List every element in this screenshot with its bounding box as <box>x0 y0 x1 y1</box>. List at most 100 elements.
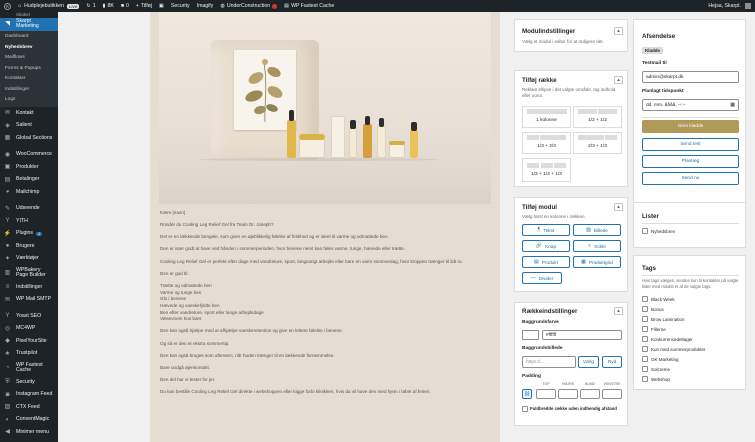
list-checkbox[interactable] <box>642 228 648 234</box>
sidebar-item-security[interactable]: ⛨ Security <box>0 376 58 389</box>
sidebar-item-yoast-seo[interactable]: Y Yoast SEO <box>0 310 58 323</box>
security-link[interactable]: Security <box>171 3 190 9</box>
status-dot-icon <box>272 3 278 9</box>
tag-checkbox[interactable] <box>642 356 648 362</box>
layout-1-col[interactable]: 1 kolonne <box>522 106 571 128</box>
sidebar-item-consentmagic[interactable]: ◐ ConsentMagic <box>0 414 58 427</box>
sidebar-item-wp-mail-smtp[interactable]: ✉ WP Mail SMTP <box>0 294 58 307</box>
tag-checkbox[interactable] <box>642 326 648 332</box>
imagify-link[interactable]: Imagify <box>197 3 214 9</box>
sidebar-item-produkter[interactable]: ▣ Produkter <box>0 161 58 174</box>
email-editor-canvas[interactable]: Kære [navn] Rondér du Cooling Leg Relief … <box>150 12 500 442</box>
padding-right-input[interactable] <box>558 389 578 399</box>
avatar[interactable] <box>745 3 751 9</box>
full-width-checkbox[interactable] <box>522 406 528 412</box>
send-test-button[interactable]: Send test <box>642 138 739 151</box>
submenu-item[interactable]: Forms & Popups <box>0 63 58 74</box>
sidebar-item-pixelyoursite[interactable]: ◆ PixelYourSite <box>0 335 58 348</box>
user-greeting[interactable]: Hejsa, Skarpt. <box>708 3 741 9</box>
layers-icon: ◈ <box>5 122 10 129</box>
test-email-input[interactable]: admin@skarpt.dk <box>642 71 739 83</box>
layout-half-half[interactable]: 1/2 + 1/2 <box>573 106 622 128</box>
submenu-item[interactable]: Nyhedsbrev <box>0 42 58 53</box>
sidebar-item-v-rkt-jer[interactable]: ✦ Værktøjer <box>0 253 58 266</box>
new-content-link[interactable]: + Tilføj <box>136 3 152 9</box>
builder-link-icon[interactable]: ▣ <box>159 3 164 9</box>
submenu-item[interactable]: Mailflows <box>0 53 58 64</box>
choose-image-button[interactable]: Vælg <box>578 356 599 368</box>
add-module-produktgrid-button[interactable]: ▦ Produktgrid <box>573 256 621 268</box>
calendar-icon[interactable]: ▦ <box>730 102 735 108</box>
sidebar-menu: ✉ Kontakt ◈ Salient ▦ Global Sections ◉ WooComm… <box>0 107 58 439</box>
sidebar-item-udseende[interactable]: ✎ Udseende <box>0 203 58 216</box>
link-padding-button[interactable]: ⛓ <box>522 389 532 399</box>
sidebar-item-instagram-feed[interactable]: ◙ Instagram Feed <box>0 389 58 402</box>
add-module-tekst-button[interactable]: ¶ Tekst <box>522 224 570 236</box>
add-module-produkt-button[interactable]: ▤ Produkt <box>522 256 570 268</box>
submenu-item[interactable]: Kontakter <box>0 74 58 85</box>
comments-link[interactable]: ■ 0 <box>121 3 129 9</box>
collapse-modul-settings-button[interactable]: ▴ <box>614 27 623 35</box>
site-name-link[interactable]: ⌂ Hudplejebutikken Live <box>18 3 80 9</box>
padding-header: BUND <box>584 382 596 386</box>
sidebar-item-indstillinger[interactable]: ≡ Indstillinger <box>0 281 58 294</box>
tag-checkbox[interactable] <box>642 316 648 322</box>
white-bottle <box>377 126 386 158</box>
layout-third-twothird[interactable]: 1/3 + 2/3 <box>522 132 571 154</box>
add-module-sokle-button[interactable]: < Sokle <box>573 240 621 252</box>
sidebar-item-trustpilot[interactable]: ★ Trustpilot <box>0 348 58 361</box>
schedule-date-input[interactable]: dd. mm. åååå, --:-- ▦ <box>642 99 739 111</box>
sidebar-item-salient[interactable]: ◈ Salient <box>0 120 58 133</box>
wordpress-logo-icon[interactable]: W <box>4 2 11 10</box>
under-construction-link[interactable]: ◍ UnderConstruction <box>220 3 278 9</box>
submenu-item[interactable]: Dashboard <box>0 32 58 43</box>
add-module-billede-button[interactable]: ▨ Billede <box>573 224 621 236</box>
tag-checkbox[interactable] <box>642 306 648 312</box>
add-module-divider-button[interactable]: — Divider <box>522 272 562 284</box>
collapse-row-settings-button[interactable]: ▴ <box>614 307 623 315</box>
stats-link[interactable]: ▮ 8K <box>103 3 114 9</box>
sidebar-item-ctx-feed[interactable]: ▧ CTX Feed <box>0 401 58 414</box>
submenu-item[interactable]: Indstillinger <box>0 84 58 95</box>
tag-checkbox[interactable] <box>642 366 648 372</box>
sidebar-item-woocommerce[interactable]: ◉ WooCommerce <box>0 149 58 162</box>
collapse-add-module-button[interactable]: ▴ <box>614 203 623 211</box>
tag-checkbox[interactable] <box>642 346 648 352</box>
bg-image-input[interactable]: https://... <box>522 356 576 368</box>
padding-top-input[interactable] <box>536 389 556 399</box>
sidebar-item-wp-fastest-cache[interactable]: ◔ WP Fastest Cache <box>0 360 58 376</box>
image-icon: ▨ <box>586 227 591 233</box>
padding-left-input[interactable] <box>602 389 622 399</box>
sidebar-item-mc4wp[interactable]: ◎ MC4WP <box>0 323 58 336</box>
remove-image-button[interactable]: Ryd <box>602 356 622 368</box>
updates-link[interactable]: ↻ 1 <box>86 3 95 9</box>
sidebar-item-global-sections[interactable]: ▦ Global Sections <box>0 132 58 145</box>
product-hero-image[interactable] <box>159 12 491 204</box>
bg-color-input[interactable]: #ffffff <box>542 330 622 340</box>
save-draft-button[interactable]: Gem kladde <box>642 120 739 133</box>
sidebar-item-brugere[interactable]: ● Brugere <box>0 240 58 253</box>
tag-checkbox[interactable] <box>642 336 648 342</box>
sidebar-item-minimer-menu[interactable]: ◀ Minimer menu <box>0 426 58 439</box>
padding-bottom-input[interactable] <box>580 389 600 399</box>
sidebar-item-plugins[interactable]: ⚡ Plugins 1 <box>0 228 58 241</box>
tag-checkbox[interactable] <box>642 296 648 302</box>
wrench-icon: ✦ <box>4 255 11 262</box>
color-swatch[interactable] <box>522 330 539 340</box>
sidebar-item-mailchimp[interactable]: ◕ Mailchimp <box>0 186 58 199</box>
send-now-button[interactable]: Send nu <box>642 172 739 185</box>
layout-three-thirds[interactable]: 1/3 + 1/3 + 1/3 <box>522 158 571 182</box>
fastest-cache-link[interactable]: ▤ WP Fastest Cache <box>284 3 334 9</box>
submenu-item[interactable]: Logs <box>0 95 58 106</box>
sidebar-item-yith[interactable]: Y YITH <box>0 215 58 228</box>
sidebar-item-skarpt-marketing[interactable]: ◥ Skarpt Marketing <box>0 18 58 31</box>
schedule-button[interactable]: Planlæg <box>642 155 739 168</box>
sidebar-item-kontakt[interactable]: ✉ Kontakt <box>0 107 58 120</box>
layout-twothird-third[interactable]: 2/3 + 1/3 <box>573 132 622 154</box>
tag-checkbox[interactable] <box>642 376 648 382</box>
sidebar-item-wpbakery-page-builder[interactable]: ▥ WPBakery Page Builder <box>0 265 58 281</box>
add-module-knap-button[interactable]: 🔗 Knap <box>522 240 570 252</box>
collapse-add-row-button[interactable]: ▴ <box>614 76 623 84</box>
email-body-text[interactable]: Kære [navn] Rondér du Cooling Leg Relief … <box>160 210 490 401</box>
sidebar-item-betalinger[interactable]: ▤ Betalinger <box>0 174 58 187</box>
